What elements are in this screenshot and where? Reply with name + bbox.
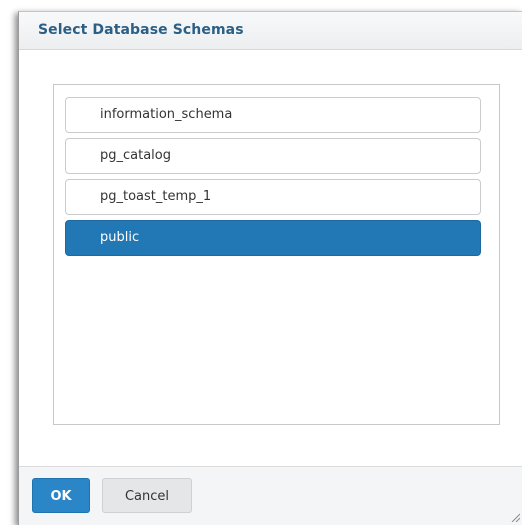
dialog-title: Select Database Schemas — [38, 22, 244, 38]
schema-item-label: pg_toast_temp_1 — [100, 189, 212, 204]
schema-item-information-schema[interactable]: information_schema — [65, 97, 481, 133]
schema-item-pg-toast-temp-1[interactable]: pg_toast_temp_1 — [65, 179, 481, 215]
schema-item-public[interactable]: public — [65, 220, 481, 256]
schema-item-label: information_schema — [100, 107, 233, 122]
cancel-button[interactable]: Cancel — [102, 478, 192, 513]
select-schemas-dialog: Select Database Schemas information_sche… — [18, 11, 522, 525]
resize-grip-icon[interactable] — [510, 512, 520, 522]
dialog-footer: OK Cancel — [19, 466, 522, 525]
schema-item-pg-catalog[interactable]: pg_catalog — [65, 138, 481, 174]
schema-item-label: pg_catalog — [100, 148, 171, 163]
schema-list[interactable]: information_schema pg_catalog pg_toast_t… — [53, 84, 500, 425]
dialog-titlebar[interactable]: Select Database Schemas — [19, 12, 522, 50]
schema-item-label: public — [100, 230, 140, 245]
ok-button[interactable]: OK — [32, 478, 90, 513]
